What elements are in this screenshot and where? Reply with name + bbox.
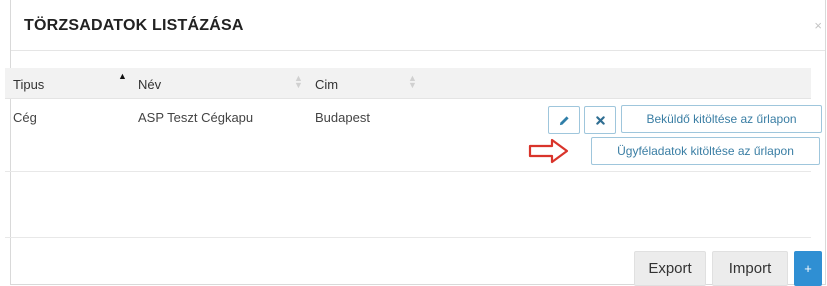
export-button[interactable]: Export [634,251,706,286]
modal-title: TÖRZSADATOK LISTÁZÁSA [24,17,244,34]
modal-header: TÖRZSADATOK LISTÁZÁSA × [11,0,825,51]
cell-tipus: Cég [13,110,37,125]
ugyfeladatok-kitoltese-button[interactable]: Ügyféladatok kitöltése az űrlapon [591,137,820,165]
add-button[interactable]: + [794,251,822,286]
sort-icon-nev[interactable]: ▲ ▼ [294,74,303,90]
column-header-cim[interactable]: Cim [315,77,338,92]
cell-nev: ASP Teszt Cégkapu [138,110,254,125]
x-icon [595,115,605,125]
edit-button[interactable] [548,106,580,134]
pencil-icon [559,115,569,125]
cell-cim: Budapest [315,110,370,125]
sort-icon-cim[interactable]: ▲ ▼ [408,74,417,90]
column-header-tipus[interactable]: Tipus [13,77,44,92]
table-empty-area [5,171,811,238]
import-button[interactable]: Import [712,251,788,286]
bekuldo-kitoltese-button[interactable]: Beküldő kitöltése az űrlapon [621,105,822,133]
sort-asc-icon[interactable]: ▲ [118,72,127,81]
close-icon[interactable]: × [814,18,822,33]
column-header-nev[interactable]: Név [138,77,161,92]
red-arrow-icon [528,138,569,164]
delete-button[interactable] [584,106,616,134]
table-header: Tipus ▲ Név ▲ ▼ Cim ▲ ▼ [5,68,811,99]
